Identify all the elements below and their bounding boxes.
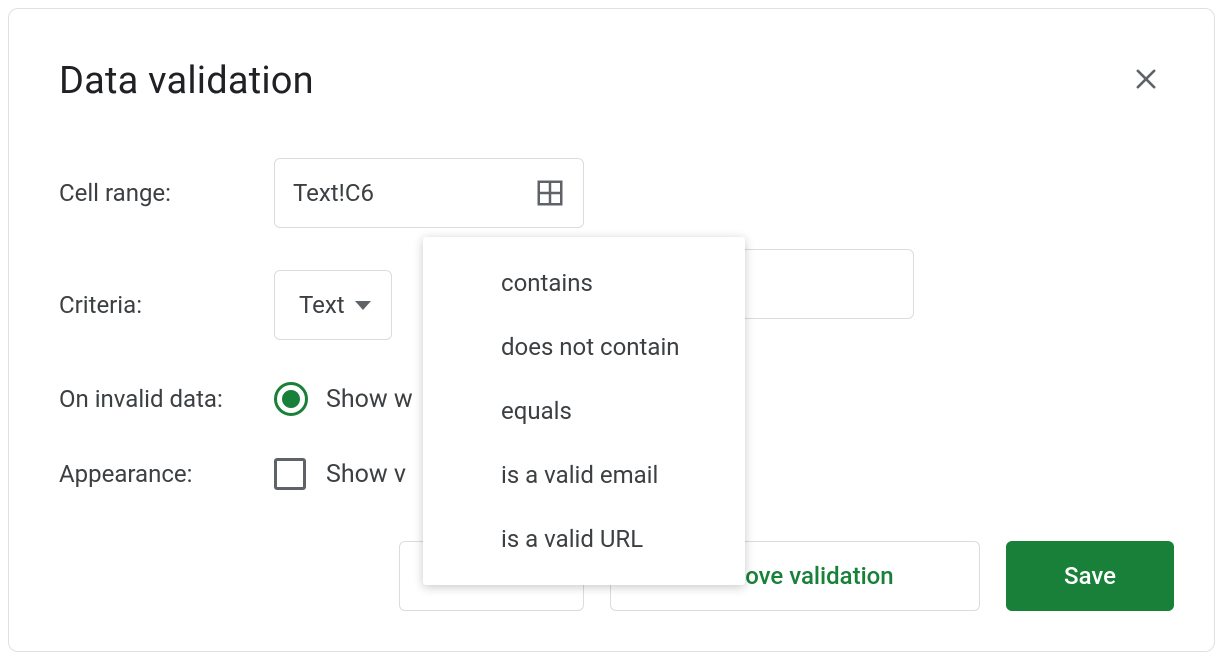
radio-selected-icon bbox=[282, 390, 300, 408]
dropdown-item-contains[interactable]: contains bbox=[423, 251, 745, 315]
appearance-label: Appearance: bbox=[59, 460, 274, 488]
close-button[interactable] bbox=[1128, 61, 1164, 101]
criteria-type-value: Text bbox=[299, 291, 345, 319]
dropdown-item-valid-email[interactable]: is a valid email bbox=[423, 443, 745, 507]
chevron-down-icon bbox=[355, 301, 371, 310]
grid-icon[interactable] bbox=[535, 178, 565, 208]
criteria-condition-dropdown: contains does not contain equals is a va… bbox=[423, 237, 745, 585]
dropdown-item-valid-url[interactable]: is a valid URL bbox=[423, 507, 745, 571]
appearance-checkbox-group: Show v bbox=[274, 458, 406, 490]
show-warning-radio[interactable] bbox=[274, 382, 308, 416]
close-icon bbox=[1132, 65, 1160, 97]
cell-range-row: Cell range: Text!C6 bbox=[59, 158, 1164, 228]
dialog-title: Data validation bbox=[59, 59, 314, 103]
show-help-checkbox[interactable] bbox=[274, 458, 306, 490]
dropdown-item-does-not-contain[interactable]: does not contain bbox=[423, 315, 745, 379]
criteria-label: Criteria: bbox=[59, 291, 274, 319]
cell-range-input[interactable]: Text!C6 bbox=[274, 158, 584, 228]
show-warning-label: Show w bbox=[326, 385, 413, 414]
cell-range-label: Cell range: bbox=[59, 179, 274, 207]
show-help-label: Show v bbox=[326, 460, 406, 489]
dialog-header: Data validation bbox=[59, 59, 1164, 103]
cell-range-value: Text!C6 bbox=[293, 179, 374, 207]
on-invalid-label: On invalid data: bbox=[59, 385, 274, 413]
on-invalid-radio-group: Show w bbox=[274, 382, 413, 416]
data-validation-dialog: Data validation Cell range: Text!C6 Crit… bbox=[8, 8, 1215, 652]
dropdown-item-equals[interactable]: equals bbox=[423, 379, 745, 443]
save-button[interactable]: Save bbox=[1006, 541, 1174, 611]
criteria-type-select[interactable]: Text bbox=[274, 270, 392, 340]
